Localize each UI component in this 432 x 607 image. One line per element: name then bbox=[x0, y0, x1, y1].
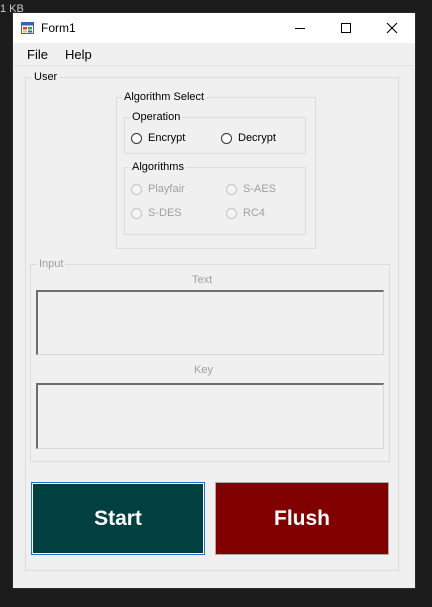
encrypt-radio[interactable]: Encrypt bbox=[131, 132, 185, 144]
maximize-button[interactable] bbox=[323, 13, 369, 43]
radio-circle bbox=[131, 132, 142, 144]
flush-button[interactable]: Flush bbox=[215, 482, 389, 555]
s-aes-label: S-AES bbox=[243, 183, 277, 195]
radio-circle bbox=[131, 183, 142, 195]
encrypt-label: Encrypt bbox=[148, 132, 186, 144]
menu-bar: File Help bbox=[13, 43, 415, 66]
s-des-label: S-DES bbox=[148, 207, 182, 219]
rc4-radio[interactable]: RC4 bbox=[226, 207, 265, 219]
decrypt-label: Decrypt bbox=[238, 132, 276, 144]
algorithms-group: Algorithms Playfair S-AES S-DES RC4 bbox=[124, 160, 306, 235]
title-bar[interactable]: Form1 bbox=[13, 13, 415, 43]
playfair-label: Playfair bbox=[148, 183, 185, 195]
radio-circle bbox=[226, 207, 237, 219]
playfair-radio[interactable]: Playfair bbox=[131, 183, 185, 195]
key-input[interactable] bbox=[36, 383, 384, 449]
text-field-label: Text bbox=[192, 274, 213, 286]
algorithm-select-legend: Algorithm Select bbox=[122, 90, 207, 104]
s-aes-radio[interactable]: S-AES bbox=[226, 183, 276, 195]
minimize-icon bbox=[295, 28, 305, 29]
key-field-label: Key bbox=[194, 364, 213, 376]
form-window: Form1 File Help User Algorithm Select Op… bbox=[12, 12, 416, 589]
menu-help[interactable]: Help bbox=[65, 47, 92, 62]
radio-circle bbox=[226, 183, 237, 195]
maximize-icon bbox=[341, 23, 351, 33]
rc4-label: RC4 bbox=[243, 207, 266, 219]
radio-circle bbox=[131, 207, 142, 219]
input-group: Input Text Key bbox=[30, 257, 390, 462]
operation-legend: Operation bbox=[130, 110, 183, 124]
text-input[interactable] bbox=[36, 290, 384, 355]
winforms-form-icon bbox=[21, 22, 34, 34]
minimize-button[interactable] bbox=[277, 13, 323, 43]
close-button[interactable] bbox=[369, 13, 415, 43]
radio-circle bbox=[221, 132, 232, 144]
menu-file[interactable]: File bbox=[27, 47, 48, 62]
window-title: Form1 bbox=[41, 21, 76, 35]
algorithm-select-group: Algorithm Select Operation Encrypt Decry… bbox=[116, 90, 316, 249]
close-icon bbox=[386, 22, 398, 34]
s-des-radio[interactable]: S-DES bbox=[131, 207, 182, 219]
decrypt-radio[interactable]: Decrypt bbox=[221, 132, 276, 144]
algorithms-legend: Algorithms bbox=[130, 160, 186, 174]
user-group-legend: User bbox=[32, 70, 60, 84]
operation-group: Operation Encrypt Decrypt bbox=[124, 110, 306, 154]
start-button[interactable]: Start bbox=[31, 482, 205, 555]
input-legend: Input bbox=[37, 257, 66, 271]
